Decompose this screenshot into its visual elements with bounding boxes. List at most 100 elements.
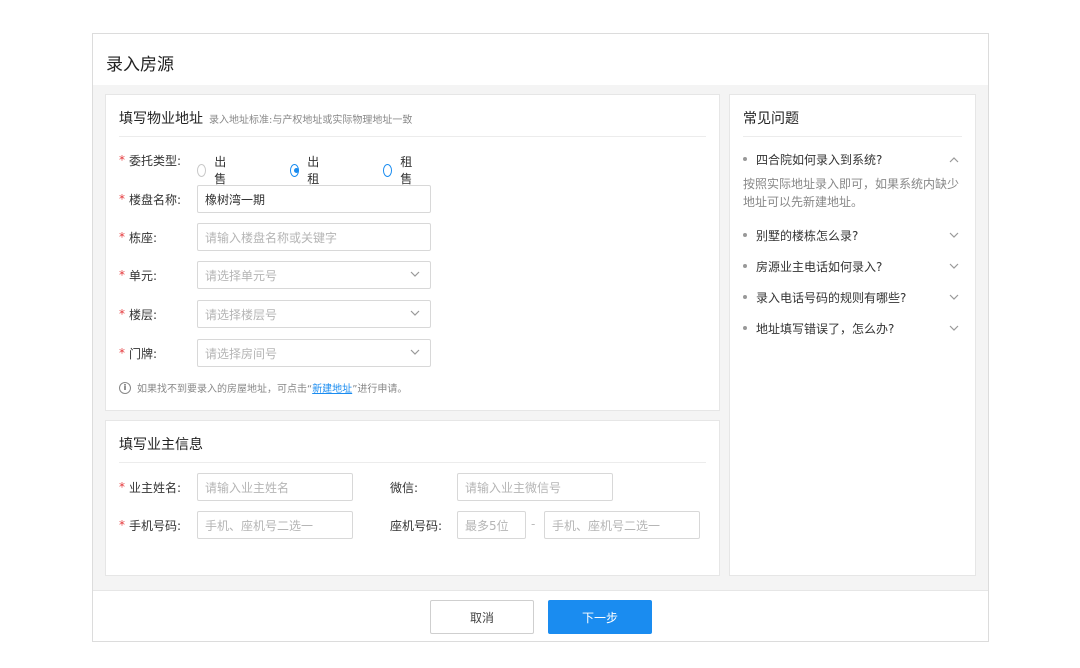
footer-bar: 取消 下一步: [93, 590, 988, 641]
unit-placeholder: 请选择单元号: [205, 268, 278, 283]
door-select[interactable]: 请选择房间号: [197, 339, 431, 367]
divider: [119, 462, 706, 463]
landline-label: 座机号码:: [390, 518, 443, 533]
chevron-down-icon: [410, 310, 420, 316]
building-name-row: * 楼盘名称:: [119, 185, 181, 213]
unit-row: * 单元:: [119, 261, 157, 289]
faq-question: 别墅的楼栋怎么录?: [756, 228, 859, 243]
required-mark: *: [119, 307, 125, 321]
cancel-button[interactable]: 取消: [430, 600, 534, 634]
radio-rent[interactable]: 出租: [290, 153, 323, 187]
building-name-input[interactable]: 橡树湾一期: [197, 185, 431, 213]
hint-after: ”进行申请。: [352, 384, 408, 395]
entrust-type-label-text: 委托类型:: [129, 153, 182, 168]
faq-item[interactable]: 地址填写错误了，怎么办?: [743, 319, 963, 337]
required-mark: *: [119, 230, 125, 244]
bullet-icon: [743, 157, 747, 161]
address-section-heading: 填写物业地址: [119, 111, 203, 127]
owner-name-input[interactable]: 请输入业主姓名: [197, 473, 353, 501]
bullet-icon: [743, 326, 747, 330]
required-mark: *: [119, 192, 125, 206]
required-mark: *: [119, 268, 125, 282]
block-row: * 栋座:: [119, 223, 157, 251]
landline-input[interactable]: 手机、座机号二选一: [544, 511, 700, 539]
mobile-row: * 手机号码:: [119, 511, 181, 539]
faq-answer: 按照实际地址录入即可，如果系统内缺少地址可以先新建地址。: [743, 177, 960, 209]
door-label-text: 门牌:: [129, 346, 158, 361]
floor-label: * 楼层:: [119, 306, 157, 323]
floor-placeholder: 请选择楼层号: [205, 307, 278, 322]
chevron-down-icon[interactable]: [949, 232, 959, 239]
page-header: 录入房源: [93, 34, 988, 85]
faq-title: 常见问题: [743, 111, 799, 127]
unit-select[interactable]: 请选择单元号: [197, 261, 431, 289]
landline-placeholder: 手机、座机号二选一: [552, 518, 661, 533]
chevron-down-icon[interactable]: [949, 263, 959, 270]
landline-area-input[interactable]: 最多5位: [457, 511, 526, 539]
landline-area-placeholder: 最多5位: [465, 518, 509, 533]
radio-circle-selected[interactable]: [290, 163, 300, 177]
wechat-placeholder: 请输入业主微信号: [465, 480, 562, 495]
divider: [119, 136, 706, 137]
landline-row: 座机号码:: [390, 511, 442, 539]
wechat-input[interactable]: 请输入业主微信号: [457, 473, 613, 501]
address-section-title: 填写物业地址 录入地址标准:与产权地址或实际物理地址一致: [119, 108, 412, 128]
new-address-link[interactable]: 新建地址: [312, 384, 352, 395]
floor-select[interactable]: 请选择楼层号: [197, 300, 431, 328]
faq-question: 地址填写错误了，怎么办?: [756, 321, 895, 336]
chevron-down-icon: [410, 349, 420, 355]
address-hint: i 如果找不到要录入的房屋地址，可点击“新建地址”进行申请。: [119, 380, 407, 395]
radio-circle[interactable]: [383, 163, 393, 177]
faq-question: 录入电话号码的规则有哪些?: [756, 290, 907, 305]
entrust-type-label: * 委托类型:: [119, 152, 181, 169]
required-mark: *: [119, 346, 125, 360]
hint-before: 如果找不到要录入的房屋地址，可点击“: [137, 384, 313, 395]
floor-label-text: 楼层:: [129, 307, 158, 322]
radio-rent-sell-label: 租售: [400, 155, 413, 186]
radio-rent-sell[interactable]: 租售: [383, 153, 416, 187]
faq-item[interactable]: 别墅的楼栋怎么录?: [743, 226, 963, 244]
mobile-placeholder: 手机、座机号二选一: [205, 518, 314, 533]
mobile-input[interactable]: 手机、座机号二选一: [197, 511, 353, 539]
unit-label: * 单元:: [119, 267, 157, 284]
faq-question: 房源业主电话如何录入?: [756, 259, 883, 274]
next-step-button[interactable]: 下一步: [548, 600, 652, 634]
door-placeholder: 请选择房间号: [205, 346, 278, 361]
chevron-down-icon: [410, 271, 420, 277]
mobile-label-text: 手机号码:: [129, 518, 182, 533]
faq-panel: 常见问题 四合院如何录入到系统? 按照实际地址录入即可，如果系统内缺少地址可以先…: [729, 94, 976, 576]
block-label: * 栋座:: [119, 229, 157, 246]
radio-sell-label: 出售: [214, 155, 227, 186]
faq-item[interactable]: 四合院如何录入到系统?: [743, 150, 963, 168]
faq-question: 四合院如何录入到系统?: [756, 152, 883, 167]
wechat-label: 微信:: [390, 480, 419, 495]
radio-circle[interactable]: [197, 163, 207, 177]
chevron-down-icon[interactable]: [949, 294, 959, 301]
block-input[interactable]: 请输入楼盘名称或关键字: [197, 223, 431, 251]
wechat-row: 微信:: [390, 473, 418, 501]
faq-item[interactable]: 房源业主电话如何录入?: [743, 257, 963, 275]
unit-label-text: 单元:: [129, 268, 158, 283]
owner-name-row: * 业主姓名:: [119, 473, 181, 501]
address-panel: 填写物业地址 录入地址标准:与产权地址或实际物理地址一致 * 委托类型: 出售 出租…: [105, 94, 720, 411]
building-name-value: 橡树湾一期: [205, 192, 266, 207]
bullet-icon: [743, 233, 747, 237]
faq-item[interactable]: 录入电话号码的规则有哪些?: [743, 288, 963, 306]
address-section-subtitle: 录入地址标准:与产权地址或实际物理地址一致: [209, 115, 413, 126]
form-window: 录入房源 填写物业地址 录入地址标准:与产权地址或实际物理地址一致 * 委托类型: …: [92, 33, 989, 642]
door-label: * 门牌:: [119, 345, 157, 362]
chevron-down-icon[interactable]: [949, 325, 959, 332]
divider: [743, 136, 962, 137]
owner-section-title: 填写业主信息: [119, 437, 203, 453]
required-mark: *: [119, 518, 125, 532]
hint-text: 如果找不到要录入的房屋地址，可点击“新建地址”进行申请。: [137, 380, 407, 395]
building-name-label-text: 楼盘名称:: [129, 192, 182, 207]
bullet-icon: [743, 264, 747, 268]
radio-sell[interactable]: 出售: [197, 153, 230, 187]
required-mark: *: [119, 480, 125, 494]
mobile-label: * 手机号码:: [119, 517, 181, 534]
chevron-up-icon[interactable]: [949, 156, 959, 163]
bullet-icon: [743, 295, 747, 299]
block-placeholder: 请输入楼盘名称或关键字: [205, 230, 338, 245]
door-row: * 门牌:: [119, 339, 157, 367]
